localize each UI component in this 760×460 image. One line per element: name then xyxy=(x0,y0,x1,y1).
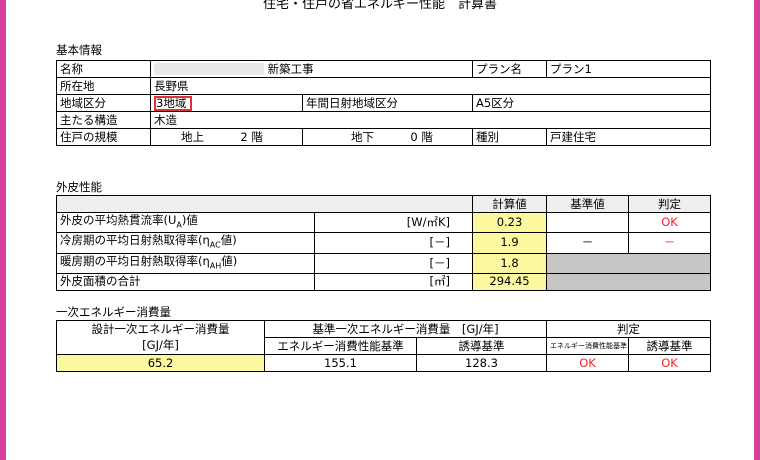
location-label: 所在地 xyxy=(56,77,151,95)
design-value: 65.2 xyxy=(56,354,265,372)
ua-tail: )値 xyxy=(181,213,198,227)
below-cell: 地下 0 階 xyxy=(302,128,473,146)
eta-ah-grayed xyxy=(546,252,711,274)
location-text: 長野県 xyxy=(154,78,189,93)
ua-judge: OK xyxy=(628,211,711,234)
table-row: 冷房期の平均日射熱取得率(ηAC値) [－] 1.9 － － xyxy=(56,232,711,254)
plan-value: プラン1 xyxy=(546,60,711,78)
table-row: [GJ/年] エネルギー消費性能基準 誘導基準 エネルギー消費性能基準 誘導基準 xyxy=(56,337,711,355)
eta-ah-label: 暖房期の平均日射熱取得率(ηAH値) xyxy=(56,252,315,274)
page-frame-right xyxy=(754,0,760,460)
page-title: 住宅・住戸の省エネルギー性能 計算書 xyxy=(262,0,497,12)
judge-perf-value: OK xyxy=(546,354,629,372)
envelope-heading: 外皮性能 xyxy=(56,180,102,194)
scale-label: 住戸の規模 xyxy=(56,128,151,146)
table-row: 外皮の平均熱貫流率(UA)値 [W/㎡K] 0.23 OK xyxy=(56,211,711,234)
eta-ac-std: － xyxy=(546,232,629,254)
below-value: 0 xyxy=(410,129,418,144)
col-std-header: 基準値 xyxy=(546,195,629,213)
basic-info-heading: 基本情報 xyxy=(56,43,102,57)
basic-info-table: 名称 新築工事 プラン名 プラン1 所在地 長野県 地域区分 3地域 年間日射地… xyxy=(56,60,711,146)
page-frame-left xyxy=(0,0,6,460)
above-unit: 階 xyxy=(251,129,263,144)
area-unit: [㎡] xyxy=(314,272,473,291)
area-grayed xyxy=(546,272,711,291)
judge-perf-label: エネルギー消費性能基準 xyxy=(546,337,629,355)
table-row: 計算値 基準値 判定 xyxy=(56,195,711,213)
base-label: 基準一次エネルギー消費量 [GJ/年] xyxy=(264,320,547,338)
eta-ac-judge: － xyxy=(628,232,711,254)
eta-ac-sub: AC xyxy=(209,240,221,250)
table-row: 住戸の規模 地上 2 階 地下 0 階 種別 戸建住宅 xyxy=(56,128,711,146)
name-value: 新築工事 xyxy=(150,60,473,78)
region-value: 3地域 xyxy=(154,95,193,111)
envelope-table: 計算値 基準値 判定 外皮の平均熱貫流率(UA)値 [W/㎡K] 0.23 OK… xyxy=(56,195,711,291)
structure-value: 木造 xyxy=(150,111,711,129)
table-row: 65.2 155.1 128.3 OK OK xyxy=(56,354,711,372)
eta-ah-tail: 値) xyxy=(221,253,238,268)
eta-ah-calc: 1.8 xyxy=(472,252,547,274)
table-row: 設計一次エネルギー消費量 基準一次エネルギー消費量 [GJ/年] 判定 xyxy=(56,320,711,338)
col-judge-header: 判定 xyxy=(628,195,711,213)
judge-label: 判定 xyxy=(546,320,711,338)
table-row: 外皮面積の合計 [㎡] 294.45 xyxy=(56,272,711,291)
location-value: 長野県 xyxy=(150,77,711,95)
type-label: 種別 xyxy=(472,128,547,146)
eta-ah-sub: AH xyxy=(209,260,222,270)
redacted-block xyxy=(154,63,264,75)
perf-std-label: エネルギー消費性能基準 xyxy=(264,337,417,355)
name-label: 名称 xyxy=(56,60,151,78)
eta-ac-tail: 値) xyxy=(220,233,237,248)
region-value-cell: 3地域 xyxy=(150,94,303,112)
eta-ac-calc: 1.9 xyxy=(472,232,547,254)
energy-table: 設計一次エネルギー消費量 基準一次エネルギー消費量 [GJ/年] 判定 [GJ/… xyxy=(56,320,711,372)
table-row: 所在地 長野県 xyxy=(56,77,711,95)
ua-unit: [W/㎡K] xyxy=(314,211,473,234)
region-label: 地域区分 xyxy=(56,94,151,112)
ua-label-text: 外皮の平均熱貫流率(U xyxy=(60,213,177,227)
area-label-text: 外皮面積の合計 xyxy=(60,274,141,289)
name-text: 新築工事 xyxy=(267,61,314,76)
solar-value: A5区分 xyxy=(472,94,711,112)
judge-guide-value: OK xyxy=(628,354,711,372)
guide-std-label: 誘導基準 xyxy=(416,337,547,355)
area-calc: 294.45 xyxy=(472,272,547,291)
design-label: 設計一次エネルギー消費量 xyxy=(56,320,265,338)
perf-std-value: 155.1 xyxy=(264,354,417,372)
ua-calc: 0.23 xyxy=(472,211,547,234)
above-value: 2 xyxy=(240,129,248,144)
plan-label: プラン名 xyxy=(472,60,547,78)
type-value: 戸建住宅 xyxy=(546,128,711,146)
energy-heading: 一次エネルギー消費量 xyxy=(56,305,171,319)
guide-std-value: 128.3 xyxy=(416,354,547,372)
structure-label: 主たる構造 xyxy=(56,111,151,129)
above-label: 地上 xyxy=(181,129,204,144)
ua-label: 外皮の平均熱貫流率(UA)値 xyxy=(56,211,315,234)
below-unit: 階 xyxy=(421,129,433,144)
ua-std xyxy=(546,211,629,234)
eta-ac-unit: [－] xyxy=(314,232,473,254)
col-calc-header: 計算値 xyxy=(472,195,547,213)
table-row: 主たる構造 木造 xyxy=(56,111,711,129)
area-label: 外皮面積の合計 xyxy=(56,272,315,291)
table-row: 暖房期の平均日射熱取得率(ηAH値) [－] 1.8 xyxy=(56,252,711,274)
below-label: 地下 xyxy=(351,129,374,144)
design-unit: [GJ/年] xyxy=(56,337,265,355)
eta-ah-label-text: 暖房期の平均日射熱取得率(η xyxy=(60,253,210,268)
table-row: 地域区分 3地域 年間日射地域区分 A5区分 xyxy=(56,94,711,112)
above-cell: 地上 2 階 xyxy=(150,128,303,146)
eta-ac-label: 冷房期の平均日射熱取得率(ηAC値) xyxy=(56,232,315,254)
table-row: 名称 新築工事 プラン名 プラン1 xyxy=(56,60,711,78)
eta-ah-unit: [－] xyxy=(314,252,473,274)
judge-guide-label: 誘導基準 xyxy=(628,337,711,355)
header-blank xyxy=(56,195,473,213)
solar-label: 年間日射地域区分 xyxy=(302,94,473,112)
eta-ac-label-text: 冷房期の平均日射熱取得率(η xyxy=(60,233,210,248)
